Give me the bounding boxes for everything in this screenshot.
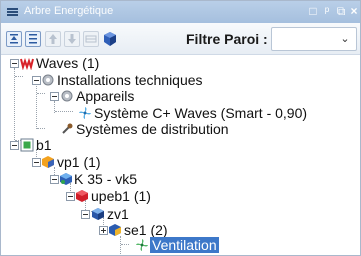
tree-node-label: Installations techniques bbox=[57, 72, 203, 88]
expand-all-button[interactable] bbox=[6, 31, 22, 47]
collapse-toggle[interactable] bbox=[50, 92, 59, 101]
filter-label: Filtre Paroi : bbox=[186, 31, 268, 47]
list-view-button[interactable] bbox=[83, 31, 99, 47]
gear-icon bbox=[41, 73, 55, 87]
restore-icon[interactable]: □ bbox=[306, 4, 320, 18]
waves-brand-icon bbox=[20, 56, 34, 71]
move-up-button[interactable] bbox=[45, 31, 61, 47]
move-down-button[interactable] bbox=[64, 31, 80, 47]
pin-icon[interactable]: ᵖ bbox=[320, 4, 334, 18]
expand-toggle[interactable] bbox=[99, 226, 108, 235]
tree-node-zv1[interactable]: zv1 bbox=[1, 206, 360, 222]
collapse-all-icon bbox=[29, 34, 37, 44]
tree-node-label: K 35 - vk5 bbox=[74, 171, 138, 187]
cube-icon bbox=[104, 32, 116, 46]
3d-view-button[interactable] bbox=[102, 31, 118, 47]
list-icon bbox=[85, 35, 97, 43]
tree-node-se1[interactable]: se1 (2) bbox=[1, 222, 360, 238]
tree-node-upeb1[interactable]: upeb1 (1) bbox=[1, 188, 360, 204]
tree-node-b1[interactable]: b1 bbox=[1, 137, 360, 153]
energy-sector-icon bbox=[108, 223, 122, 237]
expand-all-icon bbox=[10, 34, 18, 44]
tree-node-systeme[interactable]: Système C+ Waves (Smart - 0,90) bbox=[1, 105, 360, 121]
panel-menu-icon[interactable] bbox=[7, 8, 18, 16]
tree-node-label: b1 bbox=[36, 137, 52, 153]
tree-node-label: Waves (1) bbox=[36, 55, 100, 71]
collapse-toggle[interactable] bbox=[32, 76, 41, 85]
tree-node-waves[interactable]: Waves (1) bbox=[1, 55, 360, 71]
volume-icon bbox=[41, 155, 55, 169]
fan-icon bbox=[135, 238, 149, 252]
tree-node-k35[interactable]: K 35 - vk5 bbox=[1, 171, 360, 187]
collapse-toggle[interactable] bbox=[10, 141, 19, 150]
arrow-up-icon bbox=[49, 34, 57, 44]
tree-node-installations[interactable]: Installations techniques bbox=[1, 72, 360, 88]
collapse-toggle[interactable] bbox=[10, 59, 19, 68]
tree-node-label: vp1 (1) bbox=[57, 154, 101, 170]
tree-node-label: upeb1 (1) bbox=[91, 188, 151, 204]
panel-titlebar: Arbre Energétique □ ᵖ ⧉ × bbox=[1, 1, 360, 24]
gear-icon bbox=[60, 89, 74, 103]
zone-icon bbox=[91, 207, 105, 221]
energy-tree: Waves (1) Installations techniques Appar… bbox=[1, 55, 360, 255]
tree-toolbar: Filtre Paroi : ⌄ bbox=[1, 23, 360, 55]
collapse-all-button[interactable] bbox=[25, 31, 41, 47]
float-icon[interactable]: ⧉ bbox=[334, 4, 348, 18]
panel-title: Arbre Energétique bbox=[24, 5, 114, 17]
chevron-down-icon[interactable]: ⌄ bbox=[338, 32, 352, 46]
tree-node-label: zv1 bbox=[107, 206, 129, 222]
tree-node-label: Système C+ Waves (Smart - 0,90) bbox=[94, 105, 308, 121]
unit-peb-icon bbox=[75, 189, 89, 203]
k-level-icon bbox=[59, 172, 73, 186]
fan-icon bbox=[78, 106, 92, 120]
energy-tree-panel: Arbre Energétique □ ᵖ ⧉ × Filtre Paroi :… bbox=[0, 0, 361, 256]
collapse-toggle[interactable] bbox=[66, 192, 75, 201]
tree-node-distribution[interactable]: Systèmes de distribution bbox=[1, 121, 360, 137]
tree-node-appareils[interactable]: Appareils bbox=[1, 88, 360, 104]
tree-node-label: Ventilation bbox=[150, 237, 219, 253]
collapse-toggle[interactable] bbox=[81, 210, 90, 219]
filter-paroi-select[interactable]: ⌄ bbox=[271, 27, 357, 51]
tree-node-label: Appareils bbox=[76, 88, 135, 104]
building-icon bbox=[20, 138, 34, 152]
tree-node-ventilation[interactable]: Ventilation bbox=[1, 237, 360, 253]
tree-node-label: se1 (2) bbox=[124, 222, 168, 238]
arrow-down-icon bbox=[68, 34, 76, 44]
collapse-toggle[interactable] bbox=[32, 158, 41, 167]
close-icon[interactable]: × bbox=[347, 4, 360, 18]
tree-node-vp1[interactable]: vp1 (1) bbox=[1, 154, 360, 170]
distribution-icon bbox=[60, 122, 74, 136]
collapse-toggle[interactable] bbox=[50, 175, 59, 184]
tree-node-label: Systèmes de distribution bbox=[76, 121, 229, 137]
